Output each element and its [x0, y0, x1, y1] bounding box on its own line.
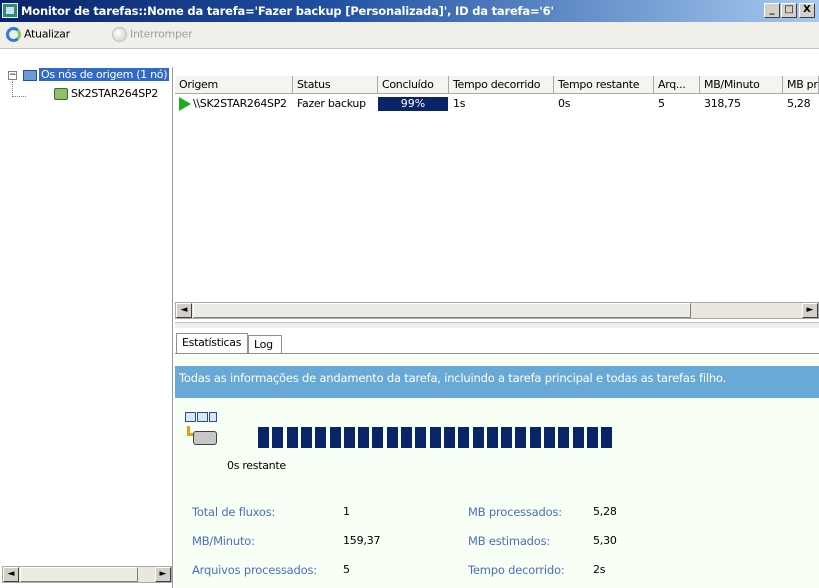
- progress-segment: [443, 427, 455, 448]
- close-button[interactable]: X: [799, 3, 815, 18]
- play-icon: [179, 97, 191, 111]
- elapsed-time-label: Tempo decorrido:: [468, 563, 565, 577]
- refresh-button[interactable]: Atualizar: [6, 27, 70, 44]
- remaining-time-text: 0s restante: [227, 459, 286, 472]
- files-processed-value: 5: [343, 563, 350, 576]
- tree-item-node[interactable]: SK2STAR264SP2: [54, 86, 158, 102]
- tree-horizontal-scrollbar[interactable]: ◄ ►: [2, 566, 172, 583]
- cell-mb-processed: 5,28: [787, 97, 811, 110]
- progress-segment: [329, 427, 341, 448]
- maximize-button[interactable]: □: [781, 3, 797, 18]
- grid-horizontal-scrollbar[interactable]: ◄ ►: [175, 302, 819, 319]
- overall-progress-bar: [258, 427, 618, 448]
- progress-segment: [272, 427, 284, 448]
- mb-per-minute-label: MB/Minuto:: [192, 534, 255, 548]
- progress-segment: [372, 427, 384, 448]
- scroll-left-arrow[interactable]: ◄: [3, 567, 19, 582]
- mb-estimated-label: MB estimados:: [468, 534, 551, 548]
- tree-connector: [12, 96, 26, 97]
- progress-segment: [386, 427, 398, 448]
- window-title: Monitor de tarefas::Nome da tarefa='Faze…: [21, 4, 554, 18]
- tree-item-root[interactable]: Os nós de origem (1 nó): [23, 67, 173, 83]
- scroll-left-arrow[interactable]: ◄: [176, 303, 192, 318]
- progress-segment: [544, 427, 555, 448]
- stop-label: Interromper: [130, 27, 193, 41]
- mb-processed-value: 5,28: [593, 505, 617, 518]
- elapsed-time-value: 2s: [593, 563, 606, 576]
- mb-estimated-value: 5,30: [593, 534, 617, 547]
- progress-segment: [529, 427, 541, 448]
- progress-segment: [572, 427, 584, 448]
- progress-segment: [300, 427, 312, 448]
- progress-segment: [601, 427, 613, 448]
- cell-status: Fazer backup: [297, 97, 366, 110]
- cell-files: 5: [658, 97, 665, 110]
- progress-segment: [415, 427, 427, 448]
- progress-segment: [472, 427, 484, 448]
- column-header[interactable]: MB/Minuto: [700, 76, 783, 94]
- progress-segment: [486, 427, 498, 448]
- task-grid: Origem Status Concluído Tempo decorrido …: [175, 76, 819, 320]
- tree-node-label: SK2STAR264SP2: [71, 87, 158, 100]
- tree-connector: [12, 81, 13, 97]
- cell-origin: \\SK2STAR264SP2: [175, 95, 293, 112]
- scroll-right-arrow[interactable]: ►: [155, 567, 171, 582]
- transfer-icon: [185, 412, 223, 448]
- progress-segment: [315, 427, 327, 448]
- tab-statistics[interactable]: Estatísticas: [176, 333, 248, 353]
- window-titlebar: Monitor de tarefas::Nome da tarefa='Faze…: [0, 0, 819, 22]
- progress-segment: [258, 427, 269, 448]
- statistics-header: Todas as informações de andamento da tar…: [175, 366, 819, 398]
- progress-segment: [358, 427, 370, 448]
- progress-segment: [343, 427, 355, 448]
- refresh-icon: [6, 27, 21, 42]
- node-icon: [54, 88, 68, 100]
- cell-completed-progress: 99%: [378, 97, 448, 111]
- cell-elapsed: 1s: [453, 97, 466, 110]
- progress-segment: [401, 427, 412, 448]
- progress-segment: [458, 427, 470, 448]
- scroll-right-arrow[interactable]: ►: [802, 303, 818, 318]
- scroll-thumb[interactable]: [20, 567, 138, 582]
- total-streams-label: Total de fluxos:: [192, 505, 276, 519]
- stop-button[interactable]: Interromper: [112, 27, 193, 44]
- source-nodes-tree: − Os nós de origem (1 nó) SK2STAR264SP2 …: [0, 67, 173, 588]
- cell-remaining: 0s: [558, 97, 571, 110]
- column-header[interactable]: Arq...: [654, 76, 700, 94]
- progress-segment: [515, 427, 527, 448]
- column-header[interactable]: Concluído: [378, 76, 449, 94]
- progress-segment: [501, 427, 513, 448]
- files-processed-label: Arquivos processados:: [192, 563, 317, 577]
- total-streams-value: 1: [343, 505, 350, 518]
- cell-mb-per-minute: 318,75: [704, 97, 741, 110]
- progress-segment: [558, 427, 570, 448]
- column-header[interactable]: Tempo restante: [554, 76, 654, 94]
- minimize-button[interactable]: _: [764, 3, 780, 18]
- progress-segment: [286, 427, 298, 448]
- panel-splitter[interactable]: [175, 322, 819, 328]
- scroll-thumb[interactable]: [193, 303, 691, 318]
- column-header[interactable]: Status: [293, 76, 378, 94]
- refresh-label: Atualizar: [24, 27, 70, 41]
- mb-per-minute-value: 159,37: [343, 534, 381, 547]
- tree-collapse-toggle[interactable]: −: [8, 71, 17, 80]
- column-header[interactable]: Tempo decorrido: [449, 76, 554, 94]
- mb-processed-label: MB processados:: [468, 505, 562, 519]
- computer-icon: [23, 69, 37, 81]
- app-icon: [2, 3, 18, 18]
- progress-segment: [586, 427, 598, 448]
- tab-log[interactable]: Log: [248, 335, 282, 353]
- column-header[interactable]: Origem: [175, 76, 293, 94]
- column-header[interactable]: MB processados: [783, 76, 819, 94]
- stop-icon: [112, 27, 127, 42]
- tree-root-label: Os nós de origem (1 nó): [39, 68, 170, 81]
- statistics-panel: Todas as informações de andamento da tar…: [175, 353, 819, 588]
- toolbar: Atualizar Interromper: [0, 22, 819, 49]
- progress-segment: [429, 427, 441, 448]
